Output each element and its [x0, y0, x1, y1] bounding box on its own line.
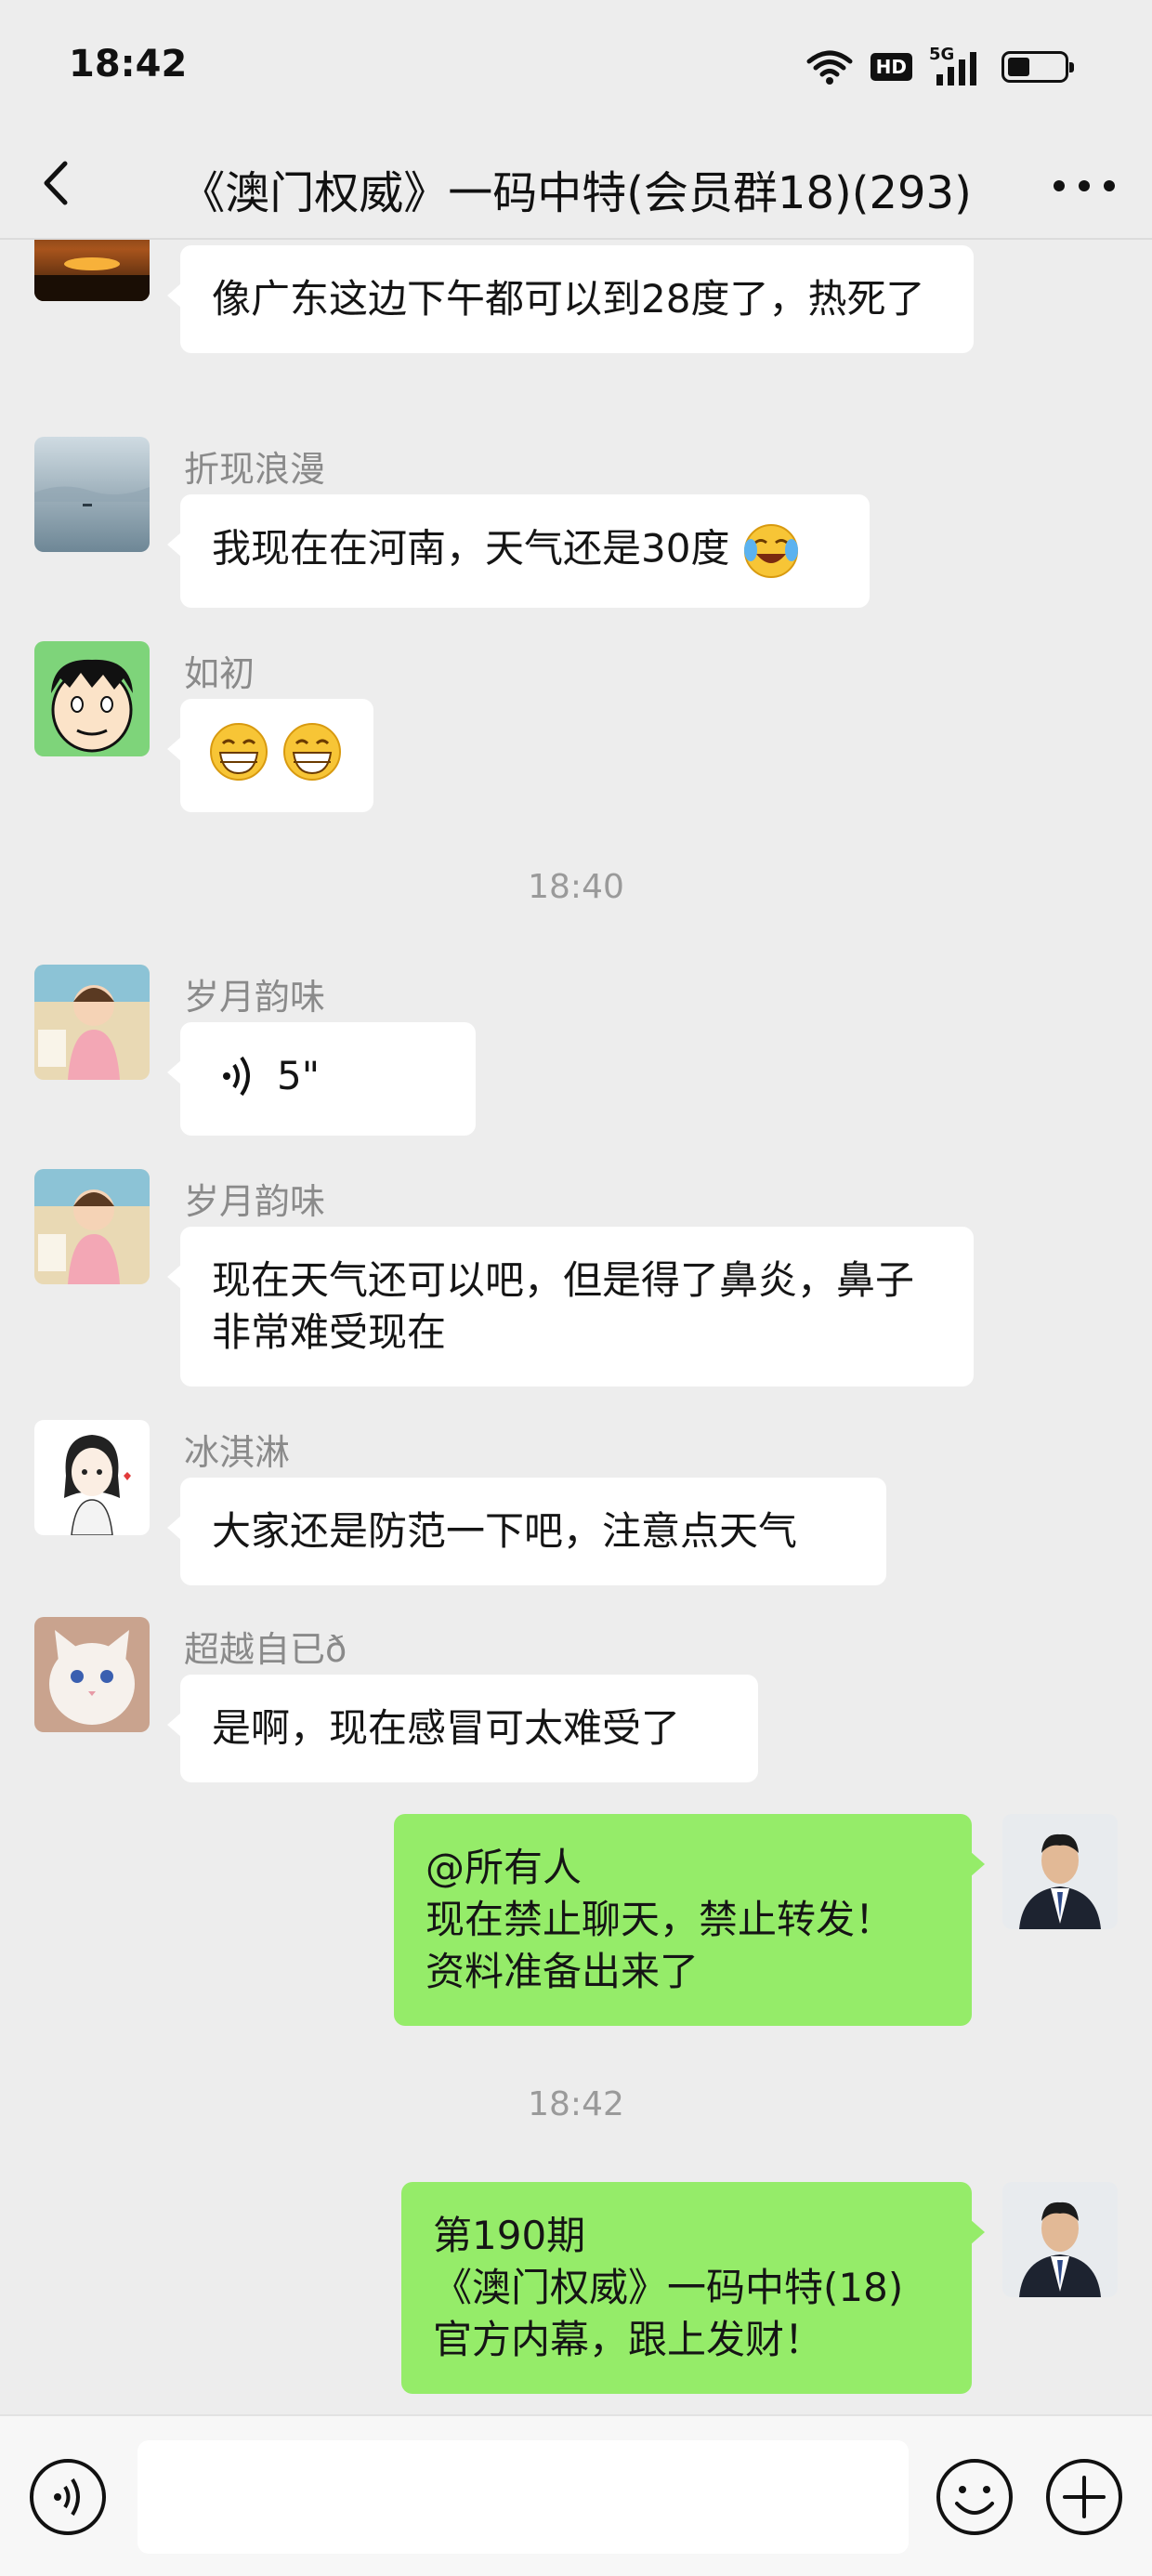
message-bubble[interactable]: @所有人 现在禁止聊天，禁止转发！ 资料准备出来了	[394, 1814, 985, 2026]
timestamp: 18:42	[528, 2085, 624, 2123]
chat-title: 《澳门权威》一码中特(会员群18)(293)	[180, 167, 972, 219]
child-avatar[interactable]	[34, 965, 150, 1080]
cartoon-face-avatar[interactable]	[34, 641, 150, 756]
message-bubble[interactable]	[167, 699, 373, 812]
back-arrow-icon[interactable]	[28, 151, 84, 216]
status-time: 18:42	[69, 43, 188, 85]
message-text-line: 《澳门权威》一码中特(18)	[433, 2265, 904, 2310]
sender-name: 超越自已ð	[184, 1629, 347, 1670]
sketch-girl-avatar[interactable]	[34, 1420, 150, 1535]
suit-man-avatar[interactable]	[1002, 2182, 1118, 2297]
message-bubble[interactable]: 我现在在河南，天气还是30度	[167, 494, 870, 608]
voice-message-bubble[interactable]: 5"	[167, 1022, 476, 1136]
status-bar: 18:42 HD 5G	[0, 0, 1152, 130]
sunset-avatar[interactable]	[34, 240, 150, 301]
message-text: 我现在在河南，天气还是30度	[212, 525, 730, 572]
voice-wave-icon	[223, 1056, 250, 1097]
signal-icon: 5G	[929, 45, 985, 87]
grinning-emoji-icon	[283, 723, 342, 781]
chat-header: 《澳门权威》一码中特(会员群18)(293)	[0, 130, 1152, 238]
chat-message-list[interactable]: 像广东这边下午都可以到28度了，热死了 折现浪漫 我现在在河南，天气还是30度	[0, 240, 1152, 2414]
message-text: 像广东这边下午都可以到28度了，热死了	[212, 276, 925, 322]
more-options-icon[interactable]	[1050, 167, 1119, 204]
wifi-icon	[806, 50, 853, 85]
message-bubble[interactable]: 是啊，现在感冒可太难受了	[167, 1675, 758, 1782]
message-text-line: @所有人	[425, 1845, 583, 1890]
status-icons: HD 5G	[805, 45, 1074, 87]
message-text-line: 官方内幕，跟上发财！	[433, 2317, 824, 2362]
more-actions-plus-icon[interactable]	[1044, 2457, 1124, 2537]
voice-input-icon[interactable]	[28, 2457, 108, 2537]
voice-duration: 5"	[277, 1053, 321, 1098]
suit-man-avatar[interactable]	[1002, 1814, 1118, 1929]
emoji-picker-icon[interactable]	[935, 2457, 1015, 2537]
battery-icon	[1001, 51, 1074, 83]
message-bubble[interactable]: 现在天气还可以吧，但是得了鼻炎，鼻子非常难受现在	[167, 1227, 974, 1387]
message-text-line: 现在禁止聊天，禁止转发！	[425, 1897, 895, 1942]
message-text-line: 第190期	[433, 2213, 586, 2258]
grinning-emoji-icon	[210, 723, 268, 781]
sender-name: 如初	[184, 653, 255, 694]
timestamp: 18:40	[528, 868, 624, 906]
sender-name: 冰淇淋	[184, 1432, 291, 1473]
message-bubble[interactable]: 像广东这边下午都可以到28度了，热死了	[167, 245, 974, 353]
message-bubble[interactable]: 第190期 《澳门权威》一码中特(18) 官方内幕，跟上发财！	[401, 2182, 985, 2394]
misty-lake-avatar[interactable]	[34, 437, 150, 552]
sender-name: 岁月韵味	[184, 1181, 326, 1222]
message-text-line: 资料准备出来了	[425, 1949, 700, 1994]
message-text: 是啊，现在感冒可太难受了	[212, 1705, 681, 1751]
child-avatar[interactable]	[34, 1169, 150, 1284]
message-input[interactable]	[137, 2440, 909, 2554]
crying-laughing-emoji-icon	[743, 524, 798, 578]
hd-badge: HD	[870, 53, 912, 81]
message-text: 大家还是防范一下吧，注意点天气	[212, 1508, 798, 1554]
input-bar	[0, 2414, 1152, 2576]
message-bubble[interactable]: 大家还是防范一下吧，注意点天气	[167, 1478, 886, 1585]
message-text: 现在天气还可以吧，但是得了鼻炎，鼻子非常难受现在	[212, 1257, 915, 1355]
sender-name: 岁月韵味	[184, 977, 326, 1018]
white-cat-avatar[interactable]	[34, 1617, 150, 1732]
sender-name: 折现浪漫	[184, 449, 326, 490]
